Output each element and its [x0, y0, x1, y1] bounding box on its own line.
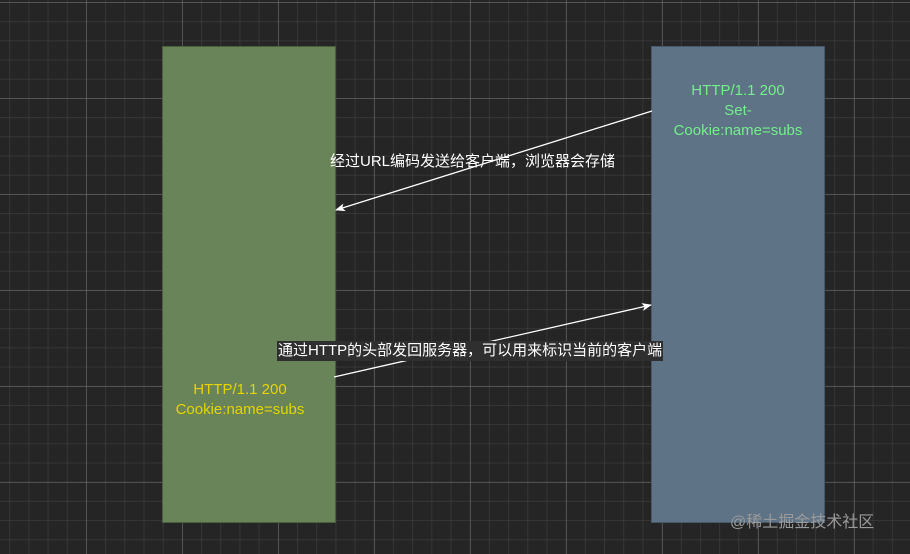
- server-text-line: Set-: [724, 102, 752, 119]
- client-text-line: HTTP/1.1 200: [193, 381, 287, 398]
- watermark: @稀土掘金技术社区: [730, 514, 875, 531]
- request-arrow-label: 通过HTTP的头部发回服务器，可以用来标识当前的客户端: [277, 341, 664, 361]
- server-text-line: HTTP/1.1 200: [691, 82, 785, 99]
- client-request-text: HTTP/1.1 200 Cookie:name=subs: [150, 380, 330, 420]
- server-text-line: Cookie:name=subs: [673, 122, 803, 139]
- response-arrow-label: 经过URL编码发送给客户端，浏览器会存储: [330, 153, 616, 170]
- server-response-text: HTTP/1.1 200 Set- Cookie:name=subs: [652, 81, 824, 141]
- client-text-line: Cookie:name=subs: [175, 401, 305, 418]
